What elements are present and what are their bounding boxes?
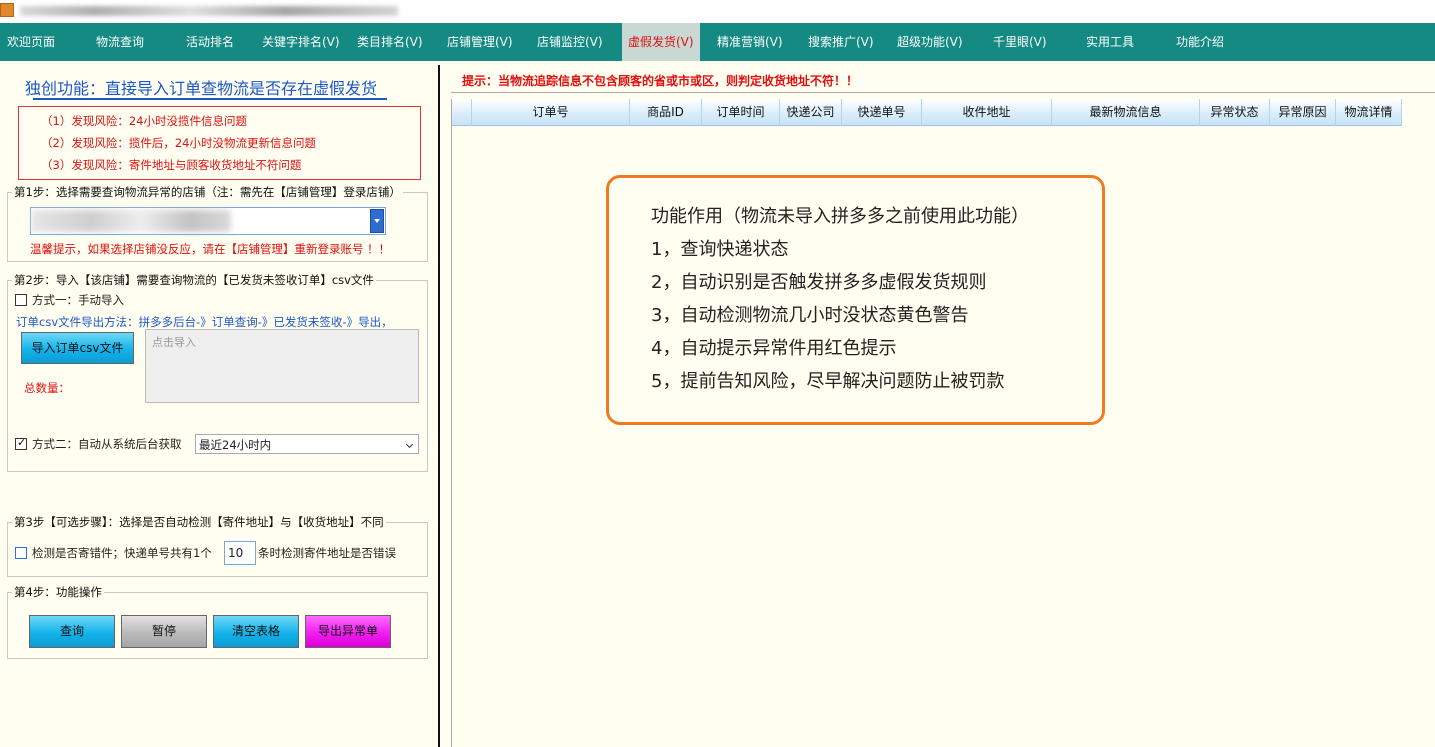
menu-precise-marketing[interactable]: 精准营销(V) bbox=[717, 23, 783, 61]
step4-title: 第4步：功能操作 bbox=[12, 584, 104, 600]
app-icon bbox=[0, 3, 14, 17]
risk-item: （2）发现风险：揽件后，24小时没物流更新信息问题 bbox=[41, 136, 316, 150]
menu-logistics-query[interactable]: 物流查询 bbox=[96, 23, 144, 61]
step2-title: 第2步：导入【该店铺】需要查询物流的【已发货未签收订单】csv文件 bbox=[12, 272, 376, 288]
shop-name-redacted bbox=[31, 210, 231, 232]
step3-title: 第3步【可选步骤】：选择是否自动检测【寄件地址】与【收货地址】不同 bbox=[12, 514, 386, 530]
column-header[interactable]: 快递公司 bbox=[780, 99, 842, 126]
menu-category-rank[interactable]: 类目排名(V) bbox=[357, 23, 423, 61]
address-check-suffix: 条时检测寄件地址是否错误 bbox=[258, 546, 396, 560]
risk-list-box: （1）发现风险：24小时没揽件信息问题 （2）发现风险：揽件后，24小时没物流更… bbox=[18, 106, 421, 180]
method2-checkbox[interactable] bbox=[15, 436, 27, 450]
relogin-warning: 温馨提示，如果选择店铺没反应，请在【店铺管理】重新登录账号 ！！ bbox=[30, 242, 391, 256]
menu-shop-monitor[interactable]: 店铺监控(V) bbox=[537, 23, 603, 61]
address-check-label: 检测是否寄错件；快递单号共有1个 bbox=[32, 546, 212, 560]
feature-info-box: 功能作用（物流未导入拼多多之前使用此功能） 1，查询快递状态 2，自动识别是否触… bbox=[606, 175, 1105, 425]
shop-select[interactable] bbox=[30, 207, 386, 235]
menu-shop-manage[interactable]: 店铺管理(V) bbox=[447, 23, 513, 61]
hint-divider bbox=[451, 92, 1435, 93]
step1-title: 第1步：选择需要查询物流异常的店铺（注：需先在【店铺管理】登录店铺） bbox=[12, 184, 403, 200]
total-count-label: 总数量： bbox=[24, 381, 70, 395]
export-abnormal-button[interactable]: 导出异常单 bbox=[305, 615, 391, 648]
column-header[interactable]: 商品ID bbox=[630, 99, 702, 126]
column-header[interactable]: 物流详情 bbox=[1336, 99, 1402, 126]
menu-keyword-rank[interactable]: 关键字排名(V) bbox=[262, 23, 340, 61]
info-line: 功能作用（物流未导入拼多多之前使用此功能） bbox=[651, 206, 1029, 227]
menu-welcome[interactable]: 欢迎页面 bbox=[7, 23, 55, 61]
import-csv-button[interactable]: 导入订单csv文件 bbox=[21, 332, 134, 364]
info-line: 1，查询快递状态 bbox=[651, 239, 789, 260]
feature-heading: 独创功能：直接导入订单查物流是否存在虚假发货 bbox=[25, 79, 378, 98]
menu-bar: 欢迎页面 物流查询 活动排名 关键字排名(V) 类目排名(V) 店铺管理(V) … bbox=[0, 23, 1435, 61]
info-line: 4，自动提示异常件用红色提示 bbox=[651, 338, 897, 359]
column-header[interactable]: 订单号 bbox=[472, 99, 630, 126]
menu-activity-rank[interactable]: 活动排名 bbox=[186, 23, 234, 61]
window-title-redacted bbox=[20, 6, 398, 16]
method1-label: 方式一：手动导入 bbox=[32, 293, 124, 307]
menu-search-promo[interactable]: 搜索推广(V) bbox=[808, 23, 874, 61]
title-bar bbox=[0, 0, 1435, 23]
address-check-checkbox[interactable] bbox=[15, 547, 27, 559]
clear-table-button[interactable]: 清空表格 bbox=[213, 615, 299, 648]
export-path-text: 订单csv文件导出方法：拼多多后台-》订单查询-》已发货未签收-》导出， bbox=[16, 315, 393, 329]
time-range-select[interactable]: 最近24小时内 bbox=[195, 434, 419, 454]
time-range-value: 最近24小时内 bbox=[199, 438, 272, 452]
import-file-field[interactable]: 点击导入 bbox=[145, 329, 419, 403]
left-panel: 独创功能：直接导入订单查物流是否存在虚假发货 （1）发现风险：24小时没揽件信息… bbox=[0, 65, 440, 747]
table-header: 订单号 商品ID 订单时间 快递公司 快递单号 收件地址 最新物流信息 异常状态… bbox=[452, 99, 1402, 126]
hint-text: 提示：当物流追踪信息不包含顾客的省或市或区，则判定收货地址不符！！ bbox=[462, 74, 859, 88]
table-header-corner bbox=[452, 99, 472, 126]
column-header[interactable]: 异常原因 bbox=[1270, 99, 1336, 126]
method1-checkbox[interactable] bbox=[15, 294, 27, 306]
chevron-down-icon bbox=[405, 440, 414, 449]
menu-qianliyan[interactable]: 千里眼(V) bbox=[993, 23, 1047, 61]
pause-button[interactable]: 暂停 bbox=[121, 615, 207, 648]
info-line: 5，提前告知风险，尽早解决问题防止被罚款 bbox=[651, 371, 1005, 392]
chevron-down-icon[interactable] bbox=[370, 209, 384, 233]
menu-feature-intro[interactable]: 功能介绍 bbox=[1176, 23, 1224, 61]
method2-label: 方式二：自动从系统后台获取 bbox=[32, 437, 182, 451]
info-line: 2，自动识别是否触发拼多多虚假发货规则 bbox=[651, 272, 987, 293]
menu-fake-shipping[interactable]: 虚假发货(V) bbox=[622, 23, 700, 61]
heading-underline bbox=[33, 98, 387, 100]
count-input[interactable]: 10 bbox=[224, 541, 256, 565]
risk-item: （1）发现风险：24小时没揽件信息问题 bbox=[41, 114, 247, 128]
menu-super-function[interactable]: 超级功能(V) bbox=[897, 23, 963, 61]
column-header[interactable]: 最新物流信息 bbox=[1052, 99, 1200, 126]
column-header[interactable]: 异常状态 bbox=[1200, 99, 1270, 126]
column-header[interactable]: 快递单号 bbox=[842, 99, 922, 126]
menu-tools[interactable]: 实用工具 bbox=[1086, 23, 1134, 61]
query-button[interactable]: 查询 bbox=[29, 615, 115, 648]
info-line: 3，自动检测物流几小时没状态黄色警告 bbox=[651, 305, 969, 326]
column-header[interactable]: 收件地址 bbox=[922, 99, 1052, 126]
column-header[interactable]: 订单时间 bbox=[702, 99, 780, 126]
risk-item: （3）发现风险：寄件地址与顾客收货地址不符问题 bbox=[41, 158, 302, 172]
